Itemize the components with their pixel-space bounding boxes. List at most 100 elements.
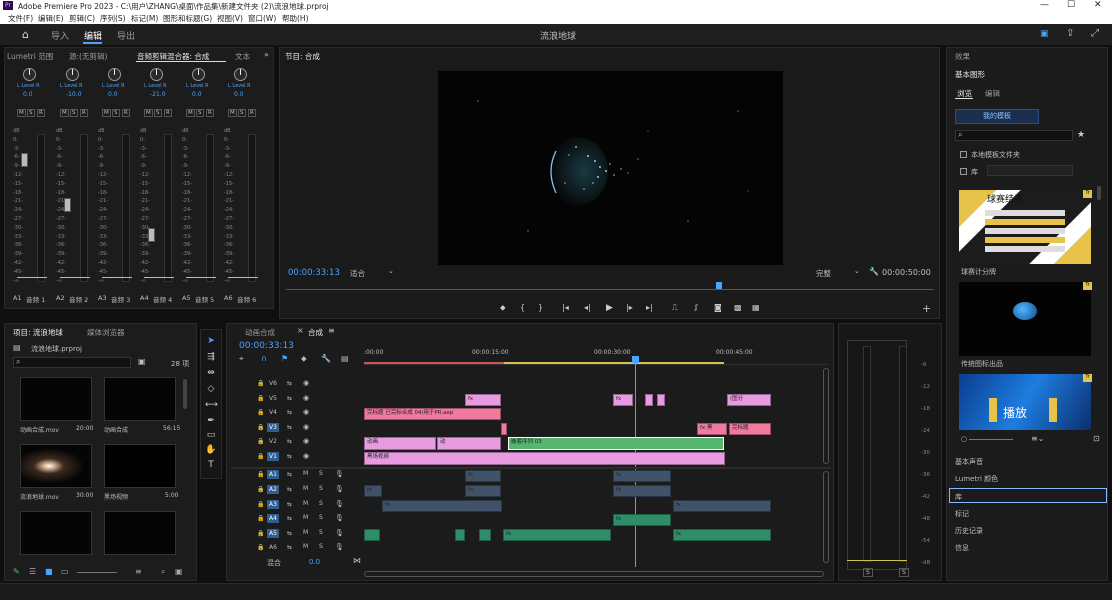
microphone-icon[interactable]: 🎙 [335,470,344,478]
clip-v1-black[interactable]: 黑场视频 [364,452,725,465]
ripple-edit-tool-icon[interactable]: ⇹ [205,368,217,378]
record-button[interactable]: R [164,109,172,117]
record-button[interactable]: R [122,109,130,117]
section-markers[interactable]: 标记 [955,509,969,519]
lock-icon[interactable]: 🔒 [257,544,264,551]
thumb-earth-mov[interactable] [20,444,92,488]
extract-icon[interactable]: ⎎ [694,303,698,313]
pencil-icon[interactable]: ✎ [13,567,20,576]
track-label[interactable]: V5 [267,394,279,403]
sort-icon[interactable]: ≡ [135,567,142,576]
razor-tool-icon[interactable]: ◇ [205,384,217,394]
track-solo-button[interactable]: S [319,514,323,521]
track-mute-button[interactable]: M [303,529,308,536]
clip-v5a[interactable]: fx [465,394,501,406]
clip-v2b[interactable]: 动 [437,437,501,450]
tab-edit-graphics[interactable]: 编辑 [985,88,1000,99]
go-to-out-icon[interactable]: ▸| [646,303,653,312]
tab-project[interactable]: 项目: 流浪地球 [13,327,63,338]
track-mute-button[interactable]: M [303,485,308,492]
program-playhead-icon[interactable] [716,282,722,289]
sync-lock-icon[interactable]: ⇆ [287,544,292,551]
level-value[interactable]: -10.0 [66,91,82,98]
eye-icon[interactable]: ◉ [303,408,309,416]
clip-v3a[interactable]: fx 黑 [697,423,727,435]
level-value[interactable]: 0.0 [23,91,33,98]
audio-track-header[interactable]: 🔒 A5 ⇆ M S 🎙 [255,529,363,541]
record-button[interactable]: R [80,109,88,117]
timeline-v-scrollbar-audio[interactable] [823,471,829,563]
video-track-header[interactable]: 🔒 V4 ⇆ ◉ [255,408,363,420]
audio-clip-a2c[interactable]: fx [613,485,671,497]
template-scoreboard-thumb[interactable]: 球赛结果 [959,190,1091,264]
add-marker-tl-icon[interactable]: ⬥ [301,354,307,364]
tab-source[interactable]: 源:(无剪辑) [69,51,107,62]
clip-v5b[interactable]: fx [613,394,633,406]
tab-anim-comp[interactable]: 动画合成 [245,327,275,338]
lock-icon[interactable]: 🔒 [257,409,264,416]
zoom-fit-select[interactable]: 适合 [350,268,365,279]
fullscreen-icon[interactable]: ⤢ [1091,28,1099,39]
menu-sequence[interactable]: 序列(S) [100,13,126,24]
track-label[interactable]: A3 [267,500,279,509]
video-track-header[interactable]: 🔒 V1 ⇆ ◉ [255,452,363,464]
sync-lock-icon[interactable]: ⇆ [287,395,292,402]
template-broadcast-thumb[interactable]: 播放 [959,374,1091,430]
audio-clip-a1b[interactable]: fx [613,470,671,482]
sync-lock-icon[interactable]: ⇆ [287,380,292,387]
freeform-view-icon[interactable]: ▭ [61,567,69,576]
track-label[interactable]: V1 [267,452,279,461]
quality-chevron-icon[interactable]: ⌄ [854,267,860,275]
program-timecode[interactable]: 00:00:33:13 [288,268,340,278]
lift-icon[interactable]: ⎍ [672,303,678,313]
menu-window[interactable]: 窗口(W) [248,13,276,24]
audio-track-header[interactable]: 🔒 A1 ⇆ M S 🎙 [255,470,363,482]
audio-track-header[interactable]: 🔒 A6 ⇆ M S 🎙 [255,543,363,555]
timeline-settings-icon[interactable]: 🔧 [321,354,331,363]
clip-v5d[interactable] [657,394,665,406]
new-bin-icon[interactable]: ▣ [138,357,146,366]
mute-button[interactable]: M [144,109,153,117]
lock-icon[interactable]: 🔒 [257,515,264,522]
thumb-size-slider[interactable] [969,439,1013,440]
clip-v5c[interactable] [645,394,653,406]
lock-icon[interactable]: 🔒 [257,395,264,402]
selection-tool-icon[interactable]: ➤ [205,336,217,346]
mute-button[interactable]: M [186,109,195,117]
go-to-in-icon[interactable]: |◂ [562,303,569,312]
level-value[interactable]: 0.0 [108,91,118,98]
audio-clip-a3b[interactable]: fx [673,500,771,512]
pen-tool-icon[interactable]: ✒ [205,416,217,426]
quick-export-icon[interactable]: ▣ [1040,29,1049,39]
list-view-icon[interactable]: ☰ [29,567,36,576]
audio-clip-a5d[interactable]: fx [503,529,611,541]
add-marker-icon[interactable]: ⬥ [500,303,506,313]
clip-v2a[interactable]: 动画 [364,437,436,450]
lock-icon[interactable]: 🔒 [257,453,264,460]
track-label[interactable]: V2 [267,437,279,446]
tab-text[interactable]: 文本 [235,51,250,62]
sort-templates-icon[interactable]: ≡⌄ [1031,434,1044,443]
section-essential-sound[interactable]: 基本声音 [955,457,983,467]
rectangle-tool-icon[interactable]: ▭ [205,430,217,440]
sync-lock-icon[interactable]: ⇆ [287,453,292,460]
thumb-size-slider-icon[interactable]: ○ [961,435,967,443]
template-logo-thumb[interactable] [959,282,1091,356]
audio-track-header[interactable]: 🔒 A4 ⇆ M S 🎙 [255,514,363,526]
video-track-header[interactable]: 🔒 V5 ⇆ ◉ [255,394,363,406]
eye-icon[interactable]: ◉ [303,452,309,460]
menu-marker[interactable]: 标记(M) [131,13,158,24]
track-label[interactable]: A4 [267,514,279,523]
sync-lock-icon[interactable]: ⇆ [287,530,292,537]
maximize-icon[interactable]: ☐ [1067,0,1075,10]
record-button[interactable]: R [37,109,45,117]
menu-file[interactable]: 文件(F) [8,13,33,24]
solo-button[interactable]: S [112,109,120,117]
thumb-black-video[interactable] [104,444,176,488]
lock-icon[interactable]: 🔒 [257,380,264,387]
section-info[interactable]: 信息 [955,543,969,553]
track-label[interactable]: A1 [267,470,279,479]
clip-v5e[interactable]: (图分 [727,394,771,406]
audio-clip-a2b[interactable]: fx [465,485,501,497]
sync-lock-icon[interactable]: ⇆ [287,486,292,493]
